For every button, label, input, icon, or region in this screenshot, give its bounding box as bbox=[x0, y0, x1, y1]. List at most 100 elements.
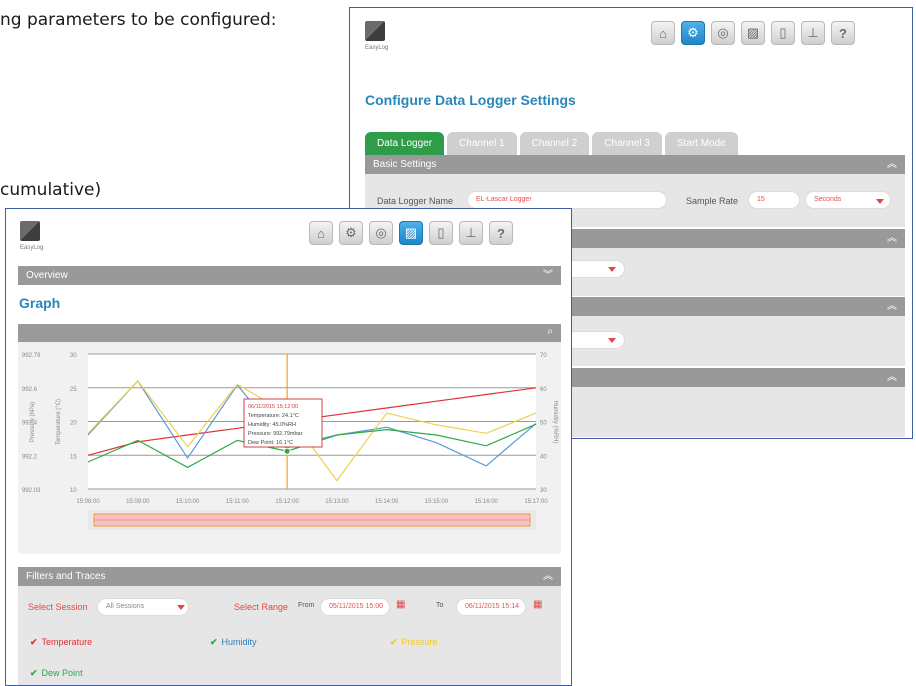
to-date-input[interactable]: 06/11/2015 15:14 bbox=[456, 598, 526, 616]
channel-select-2[interactable] bbox=[565, 331, 625, 349]
filters-header[interactable]: Filters and Traces ︽ bbox=[18, 567, 561, 586]
logger-name-input[interactable]: EL-Lascar Logger bbox=[467, 191, 667, 209]
x-tick-label: 15:13:00 bbox=[325, 499, 349, 505]
x-tick-label: 15:11:00 bbox=[226, 499, 250, 505]
home-icon[interactable]: ⌂ bbox=[309, 221, 333, 245]
trace-checkbox-humidity[interactable]: ✔ Humidity bbox=[210, 637, 257, 648]
y-tick-label: 30 bbox=[540, 488, 547, 494]
gear-icon[interactable]: ⚙ bbox=[681, 21, 705, 45]
export-icon[interactable]: ⊥ bbox=[801, 21, 825, 45]
collapse-icon: ︽ bbox=[887, 301, 897, 312]
document-text-line-2: cumulative) bbox=[0, 180, 102, 200]
tooltip-text: Humidity: 45.0%RH bbox=[248, 422, 296, 428]
y-axis-label: Humidity (%RH) bbox=[552, 400, 558, 443]
x-tick-label: 15:15:00 bbox=[425, 499, 449, 505]
to-label: To bbox=[436, 602, 444, 609]
graph-icon[interactable]: ▨ bbox=[399, 221, 423, 245]
line-chart[interactable]: 992.79 30 70992.6 25 60992.4 20 50992.2 15 40992… bbox=[18, 342, 561, 554]
chevron-down-icon bbox=[177, 605, 185, 610]
gauge-icon[interactable]: ◎ bbox=[711, 21, 735, 45]
trace-label: Humidity bbox=[221, 637, 257, 647]
cursor-point bbox=[283, 447, 291, 455]
tab-channel-3[interactable]: Channel 3 bbox=[592, 132, 662, 155]
overview-header[interactable]: Overview ︾ bbox=[18, 266, 561, 285]
x-tick-label: 15:14:00 bbox=[375, 499, 399, 505]
checkmark-icon: ✔ bbox=[30, 637, 38, 647]
section-title: Basic Settings bbox=[373, 159, 437, 170]
page-title: Graph bbox=[19, 295, 61, 311]
section-title: Overview bbox=[26, 270, 68, 281]
expand-icon: ︾ bbox=[543, 270, 553, 281]
export-icon[interactable]: ⊥ bbox=[459, 221, 483, 245]
trace-checkbox-dew-point[interactable]: ✔ Dew Point bbox=[30, 668, 83, 679]
easylog-logo: EasyLog bbox=[365, 21, 388, 51]
x-tick-label: 15:17:00 bbox=[524, 499, 548, 505]
info-icon[interactable]: ▯ bbox=[429, 221, 453, 245]
gear-icon[interactable]: ⚙ bbox=[339, 221, 363, 245]
checkmark-icon: ✔ bbox=[390, 637, 398, 647]
y-tick-label: 15 bbox=[70, 454, 77, 460]
chevron-down-icon bbox=[876, 199, 884, 204]
y-tick-label: 60 bbox=[540, 387, 547, 393]
y-tick-label: 10 bbox=[70, 488, 77, 494]
tab-data-logger[interactable]: Data Logger bbox=[365, 132, 445, 155]
channel-select-1[interactable] bbox=[565, 260, 625, 278]
y-tick-label: 70 bbox=[540, 353, 547, 359]
sample-rate-label: Sample Rate bbox=[686, 196, 739, 206]
x-tick-label: 15:12:00 bbox=[275, 499, 299, 505]
sample-rate-input[interactable]: 15 bbox=[748, 191, 800, 209]
tooltip-text: Dew Point: 16.1°C bbox=[248, 440, 293, 446]
y-tick-label: 25 bbox=[70, 387, 77, 393]
trace-checkbox-pressure[interactable]: ✔ Pressure bbox=[390, 637, 438, 648]
y-tick-label: 50 bbox=[540, 421, 547, 427]
y-tick-label: 30 bbox=[70, 353, 77, 359]
x-tick-label: 15:08:00 bbox=[76, 499, 100, 505]
info-icon[interactable]: ▯ bbox=[771, 21, 795, 45]
chevron-down-icon bbox=[608, 338, 616, 343]
graph-icon[interactable]: ▨ bbox=[741, 21, 765, 45]
y-tick-label: 992.03 bbox=[22, 488, 41, 494]
x-tick-label: 15:09:00 bbox=[126, 499, 150, 505]
from-date-input[interactable]: 05/11/2015 15:00 bbox=[320, 598, 390, 616]
calendar-icon[interactable]: ▦ bbox=[533, 599, 542, 610]
trace-checkbox-temperature[interactable]: ✔ Temperature bbox=[30, 637, 92, 648]
y-tick-label: 992.6 bbox=[22, 387, 38, 393]
chevron-down-icon bbox=[608, 267, 616, 272]
zoom-icon[interactable]: ⌕ bbox=[547, 326, 553, 337]
x-tick-label: 15:16:00 bbox=[475, 499, 499, 505]
checkmark-icon: ✔ bbox=[30, 668, 38, 678]
gauge-icon[interactable]: ◎ bbox=[369, 221, 393, 245]
help-icon[interactable]: ? bbox=[831, 21, 855, 45]
collapse-icon: ︽ bbox=[887, 372, 897, 383]
easylog-logo: EasyLog bbox=[20, 221, 43, 251]
y-tick-label: 20 bbox=[70, 421, 77, 427]
collapse-icon: ︽ bbox=[887, 233, 897, 244]
collapse-icon: ︽ bbox=[887, 159, 897, 170]
y-axis-label: Pressure (hPa) bbox=[30, 402, 36, 442]
y-tick-label: 992.2 bbox=[22, 454, 38, 460]
y-tick-label: 40 bbox=[540, 454, 547, 460]
tab-start-mode[interactable]: Start Mode bbox=[664, 132, 738, 155]
section-title: Filters and Traces bbox=[26, 571, 106, 582]
trace-label: Dew Point bbox=[41, 668, 83, 678]
home-icon[interactable]: ⌂ bbox=[651, 21, 675, 45]
tooltip-text: Pressure: 992.79mbar bbox=[248, 431, 303, 437]
help-icon[interactable]: ? bbox=[489, 221, 513, 245]
tooltip-text: 06/11/2015 15:12:00 bbox=[248, 404, 298, 410]
nav-toolbar: ⌂ ⚙ ◎ ▨ ▯ ⊥ ? bbox=[309, 221, 513, 245]
logger-name-label: Data Logger Name bbox=[377, 196, 454, 206]
graph-window: EasyLog ⌂ ⚙ ◎ ▨ ▯ ⊥ ? Overview ︾ Graph ⌕… bbox=[5, 208, 572, 686]
basic-settings-header[interactable]: Basic Settings ︽ bbox=[365, 155, 905, 174]
calendar-icon[interactable]: ▦ bbox=[396, 599, 405, 610]
tab-channel-2[interactable]: Channel 2 bbox=[519, 132, 590, 155]
session-select[interactable]: All Sessions bbox=[97, 598, 189, 616]
trace-label: Pressure bbox=[401, 637, 438, 647]
tooltip-text: Temperature: 24.1°C bbox=[248, 413, 299, 419]
from-label: From bbox=[298, 602, 315, 609]
tab-bar: Data Logger Channel 1 Channel 2 Channel … bbox=[365, 132, 738, 155]
collapse-icon: ︽ bbox=[543, 571, 553, 582]
tab-channel-1[interactable]: Channel 1 bbox=[447, 132, 517, 155]
x-tick-label: 15:10:00 bbox=[176, 499, 200, 505]
nav-toolbar: ⌂ ⚙ ◎ ▨ ▯ ⊥ ? bbox=[651, 21, 855, 45]
page-title: Configure Data Logger Settings bbox=[365, 92, 576, 108]
